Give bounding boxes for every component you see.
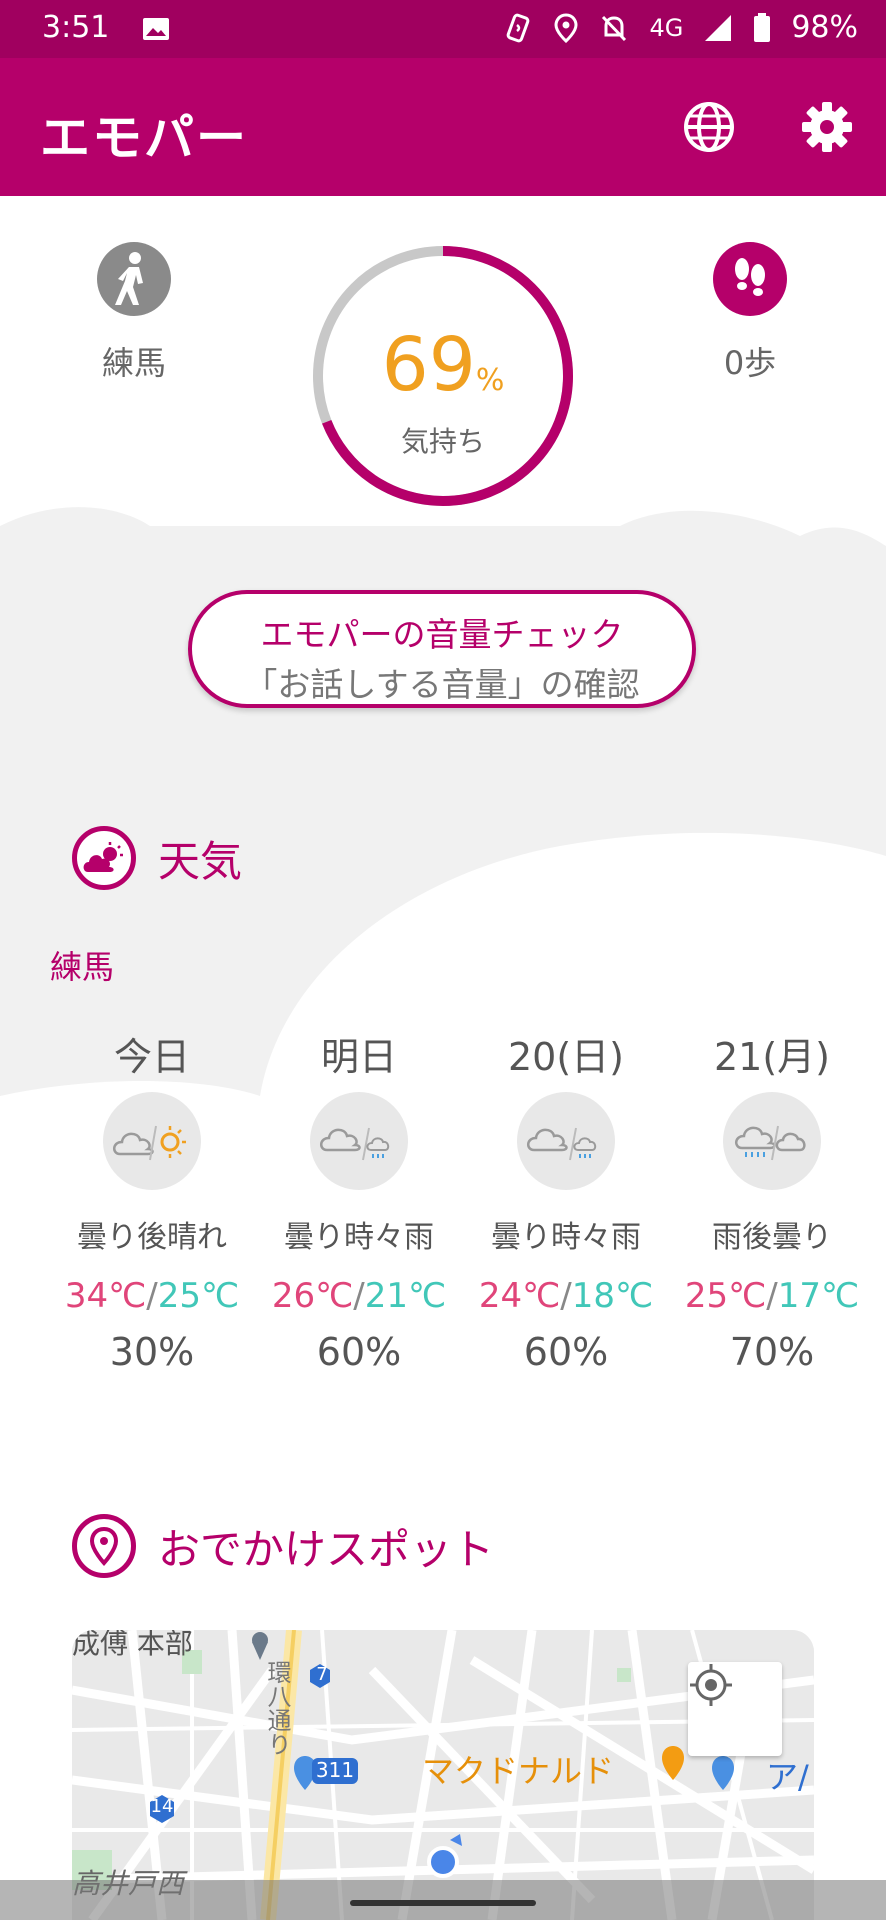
location-icon	[554, 12, 578, 43]
route-badge: 7	[316, 1664, 328, 1685]
temp-separator: /	[146, 1276, 158, 1316]
settings-gear-icon[interactable]	[800, 100, 854, 154]
map-pin-icon	[72, 1514, 136, 1578]
cloudy-occasional-rain-icon	[310, 1092, 408, 1190]
status-bar: 3:51 4G 98%	[0, 0, 886, 58]
step-counter[interactable]: 0歩	[700, 242, 800, 384]
route-badge: 311	[315, 1758, 355, 1782]
temp-separator: /	[353, 1276, 365, 1316]
forecast-precipitation: 60%	[523, 1330, 609, 1374]
nfc-icon	[507, 13, 530, 42]
temp-high: 24℃	[478, 1276, 561, 1316]
spots-title: おでかけスポット	[158, 1524, 495, 1574]
temp-high: 25℃	[684, 1276, 767, 1316]
volume-check-button[interactable]: エモパーの音量チェック 「お話しする音量」の確認	[188, 590, 696, 708]
my-location-button[interactable]	[688, 1662, 782, 1756]
home-gesture-handle[interactable]	[350, 1900, 536, 1906]
forecast-precipitation: 60%	[316, 1330, 402, 1374]
temp-separator: /	[560, 1276, 572, 1316]
mood-gauge[interactable]: 69% 気持ち	[311, 244, 575, 508]
globe-icon[interactable]	[682, 100, 736, 154]
forecast-temperatures: 25℃/17℃	[672, 1276, 872, 1316]
map-label-cut: ア/	[766, 1758, 809, 1796]
network-type: 4G	[649, 13, 684, 42]
weather-title: 天気	[158, 836, 243, 886]
volume-check-subtitle: 「お話しする音量」の確認	[244, 665, 640, 704]
temp-high: 26℃	[271, 1276, 354, 1316]
status-icons: 4G 98%	[503, 10, 858, 45]
location-name: 練馬	[101, 344, 166, 382]
weather-section-header: 天気	[72, 826, 242, 890]
forecast-description: 曇り時々雨	[491, 1220, 641, 1255]
temp-low: 25℃	[157, 1276, 240, 1316]
app-title: エモパー	[40, 109, 248, 167]
route-badge: 14	[150, 1796, 174, 1817]
temp-separator: /	[766, 1276, 778, 1316]
forecast-day: 21(月) 雨後曇り 25℃/17℃ 70%	[672, 1026, 872, 1374]
crosshair-icon	[690, 1664, 732, 1706]
forecast-day-name: 今日	[113, 1035, 190, 1079]
forecast-description: 雨後曇り	[712, 1220, 832, 1255]
battery-level: 98%	[791, 10, 858, 45]
temp-high: 34℃	[64, 1276, 147, 1316]
forecast-precipitation: 70%	[729, 1330, 815, 1374]
temp-low: 18℃	[571, 1276, 654, 1316]
weather-location: 練馬	[50, 948, 115, 986]
forecast-day: 明日 曇り時々雨 26℃/21℃ 60%	[259, 1026, 459, 1374]
forecast-precipitation: 30%	[109, 1330, 195, 1374]
forecast-day-name: 明日	[320, 1035, 397, 1079]
cloudy-occasional-rain-icon	[517, 1092, 615, 1190]
volume-check-title: エモパーの音量チェック	[260, 615, 624, 654]
battery-icon	[754, 12, 771, 42]
forecast-day: 20(日) 曇り時々雨 24℃/18℃ 60%	[466, 1026, 666, 1374]
forecast-temperatures: 26℃/21℃	[259, 1276, 459, 1316]
footprints-icon	[713, 242, 787, 316]
image-notification-icon	[143, 18, 169, 40]
map-label-road: 環八通り	[263, 1660, 291, 1756]
spots-map[interactable]: 成傅 本部 環八通り 7 311 14 マクドナルド ア/ 高井戸西	[72, 1630, 814, 1920]
forecast-temperatures: 24℃/18℃	[466, 1276, 666, 1316]
forecast-description: 曇り時々雨	[284, 1220, 434, 1255]
current-location: 練馬	[90, 242, 178, 384]
mood-value: 69%	[311, 322, 575, 408]
mood-caption: 気持ち	[400, 425, 485, 458]
temp-low: 21℃	[364, 1276, 447, 1316]
rain-then-cloudy-icon	[723, 1092, 821, 1190]
forecast-temperatures: 34℃/25℃	[52, 1276, 252, 1316]
forecast-day-name: 20(日)	[507, 1035, 624, 1079]
signal-icon	[705, 14, 732, 41]
app-bar: エモパー	[0, 58, 886, 196]
cloudy-then-sunny-icon	[103, 1092, 201, 1190]
status-time: 3:51	[42, 10, 110, 45]
map-label-mcdonalds[interactable]: マクドナルド	[422, 1746, 614, 1792]
notifications-off-icon	[602, 15, 627, 41]
weather-icon	[72, 826, 136, 890]
forecast-day: 今日 曇り後晴れ 34℃/25℃ 30%	[52, 1026, 252, 1374]
forecast-day-name: 21(月)	[713, 1035, 830, 1079]
map-label-top-left: 成傅 本部	[72, 1630, 193, 1660]
gesture-navigation-bar	[0, 1880, 886, 1920]
mood-number: 69	[381, 322, 476, 408]
mood-percent: %	[475, 363, 505, 398]
spots-section-header: おでかけスポット	[72, 1514, 494, 1578]
forecast-description: 曇り後晴れ	[77, 1220, 227, 1255]
walking-person-icon	[97, 242, 171, 316]
temp-low: 17℃	[777, 1276, 860, 1316]
steps-count: 0歩	[723, 344, 777, 382]
